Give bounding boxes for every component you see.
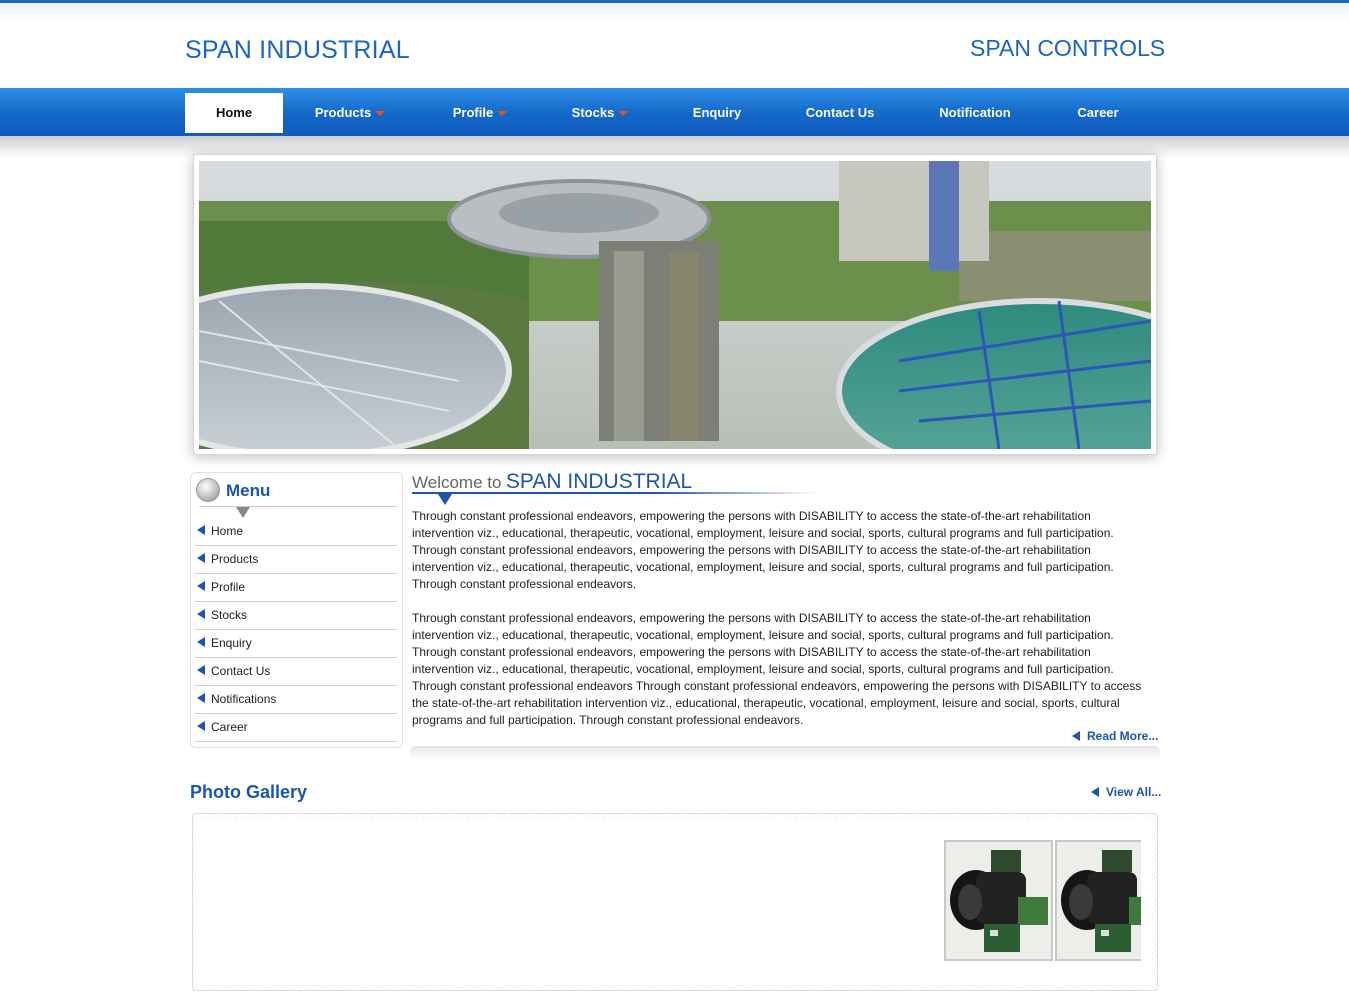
sidebar-item-label: Home — [211, 524, 244, 538]
nav-item-stocks[interactable]: Stocks — [555, 93, 645, 133]
nav-item-profile[interactable]: Profile — [434, 93, 526, 133]
view-all-label: View All... — [1106, 785, 1162, 799]
sidebar-item-label: Notifications — [211, 692, 277, 706]
left-triangle-icon — [1072, 731, 1080, 741]
nav-label: Notification — [939, 105, 1011, 120]
sidebar-item-label: Career — [211, 720, 248, 734]
content-divider — [410, 746, 1160, 759]
header-background — [0, 3, 1349, 23]
welcome-paragraph-1: Through constant professional endeavors,… — [412, 509, 1114, 591]
sidebar-item-label: Contact Us — [211, 664, 271, 678]
banner-image-water-treatment-plant — [199, 161, 1151, 449]
left-triangle-icon — [197, 637, 205, 647]
sidebar-item-contact-us[interactable]: Contact Us — [195, 657, 397, 686]
product-photo-motor-encoder — [1057, 842, 1141, 959]
left-triangle-icon — [197, 525, 205, 535]
left-triangle-icon — [197, 553, 205, 563]
nav-label: Stocks — [571, 105, 615, 120]
left-triangle-icon — [197, 665, 205, 675]
product-photo-motor-encoder — [946, 842, 1051, 959]
nav-label: Home — [215, 105, 253, 120]
nav-label: Contact Us — [805, 105, 875, 120]
gallery-thumbnail[interactable] — [1055, 840, 1141, 961]
site-logo-span-controls[interactable]: SPAN CONTROLS — [970, 35, 1165, 62]
menu-forward-icon — [196, 478, 220, 502]
gallery-thumbnail[interactable] — [944, 840, 1053, 961]
banner-illustration — [199, 161, 1151, 449]
nav-label: Career — [1077, 105, 1119, 120]
sidebar-item-stocks[interactable]: Stocks — [195, 601, 397, 630]
sidebar-item-label: Enquiry — [211, 636, 252, 650]
sidebar-item-home[interactable]: Home — [195, 517, 397, 546]
site-logo-span-industrial[interactable]: SPAN INDUSTRIAL — [185, 36, 410, 65]
sidebar-item-profile[interactable]: Profile — [195, 573, 397, 602]
dropdown-caret-icon — [497, 111, 508, 117]
divider — [199, 506, 397, 507]
read-more-label: Read More... — [1087, 729, 1159, 743]
left-triangle-icon — [197, 693, 205, 703]
nav-item-products[interactable]: Products — [300, 93, 400, 133]
nav-label: Profile — [452, 105, 494, 120]
dropdown-caret-icon — [618, 111, 629, 117]
sidebar-item-label: Profile — [211, 580, 246, 594]
sidebar-item-label: Products — [211, 552, 259, 566]
nav-label: Products — [314, 105, 372, 120]
sidebar-title: Menu — [226, 481, 271, 500]
banner-frame — [193, 154, 1157, 455]
nav-label: Enquiry — [692, 105, 742, 120]
sidebar-item-career[interactable]: Career — [195, 713, 397, 742]
left-triangle-icon — [197, 581, 205, 591]
welcome-prefix: Welcome to — [412, 473, 502, 492]
left-triangle-icon — [1091, 787, 1099, 797]
sidebar-item-label: Stocks — [211, 608, 248, 622]
welcome-paragraph-2: Through constant professional endeavors,… — [412, 611, 1142, 727]
left-triangle-icon — [197, 721, 205, 731]
welcome-company-name: SPAN INDUSTRIAL — [505, 470, 693, 493]
nav-item-home[interactable]: Home — [185, 93, 283, 133]
welcome-heading: Welcome to SPAN INDUSTRIAL — [412, 470, 692, 494]
heading-underline — [412, 492, 817, 494]
nav-item-career[interactable]: Career — [1062, 93, 1134, 133]
nav-item-contact-us[interactable]: Contact Us — [790, 93, 890, 133]
left-triangle-icon — [197, 609, 205, 619]
view-all-link[interactable]: View All... — [1091, 785, 1161, 799]
sidebar-item-products[interactable]: Products — [195, 545, 397, 574]
heading-pointer-icon — [438, 494, 452, 505]
nav-item-enquiry[interactable]: Enquiry — [675, 93, 759, 133]
sidebar-menu: Menu Home Products Profile Stocks Enquir… — [190, 472, 403, 748]
nav-item-notification[interactable]: Notification — [925, 93, 1025, 133]
gallery-title: Photo Gallery — [190, 782, 308, 802]
dropdown-caret-icon — [375, 111, 386, 117]
sidebar-item-notifications[interactable]: Notifications — [195, 685, 397, 714]
read-more-link[interactable]: Read More... — [1072, 729, 1158, 743]
sidebar-item-enquiry[interactable]: Enquiry — [195, 629, 397, 658]
